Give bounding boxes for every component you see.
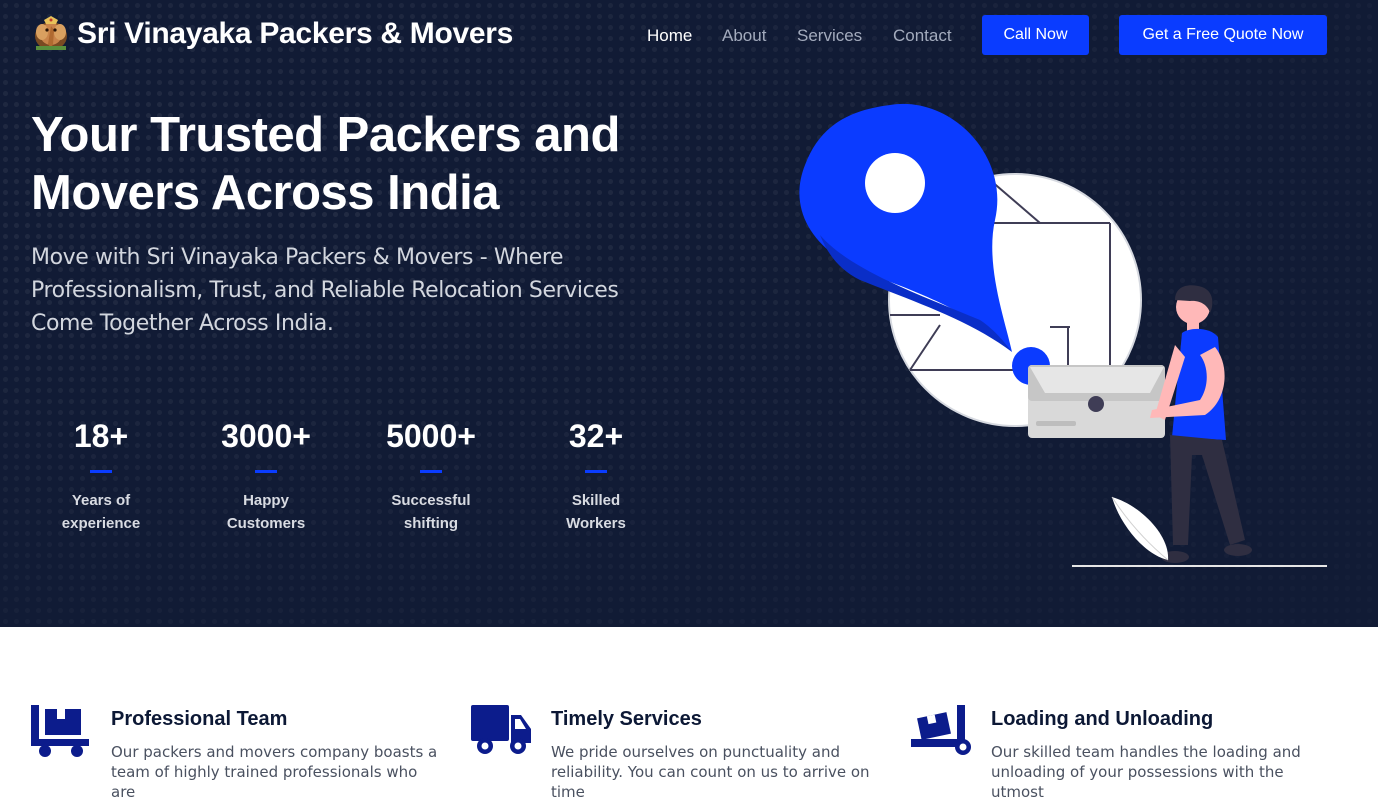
nav-contact-link[interactable]: Contact xyxy=(893,26,952,46)
get-quote-button[interactable]: Get a Free Quote Now xyxy=(1119,15,1327,55)
nav-about-link[interactable]: About xyxy=(722,26,766,46)
stat-value: 18+ xyxy=(73,418,129,454)
feature-title: Professional Team xyxy=(111,708,288,730)
stat-value: 32+ xyxy=(568,418,624,454)
feature-title: Loading and Unloading xyxy=(991,708,1214,730)
ganesha-logo-icon[interactable] xyxy=(32,16,70,52)
feature-description: Our packers and movers company boasts a … xyxy=(111,743,438,801)
cart-with-boxes-icon xyxy=(31,705,89,757)
brand-name[interactable]: Sri Vinayaka Packers & Movers xyxy=(77,17,513,51)
stat-label: Skilled Workers xyxy=(566,492,626,532)
stat-value: 3000+ xyxy=(221,418,311,454)
hand-truck-icon xyxy=(911,705,971,755)
stat-label: Successful shifting xyxy=(391,492,471,532)
stat-skilled-workers: 32+ Skilled Workers xyxy=(526,416,666,535)
hero-headline-line-1: Your Trusted Packers and xyxy=(31,108,620,162)
call-now-button[interactable]: Call Now xyxy=(982,15,1089,55)
nav-home-link[interactable]: Home xyxy=(647,26,692,46)
location-pin-person-with-box-illustration xyxy=(799,103,1327,567)
hero-headline: Your Trusted Packers and Movers Across I… xyxy=(31,106,731,222)
feature-description: We pride ourselves on punctuality and re… xyxy=(551,743,870,801)
stat-underline xyxy=(255,470,277,473)
feature-description: Our skilled team handles the loading and… xyxy=(991,743,1301,801)
hero-headline-line-2: Movers Across India xyxy=(31,166,499,220)
nav-services-link[interactable]: Services xyxy=(797,26,862,46)
stat-years-experience: 18+ Years of experience xyxy=(31,416,171,535)
hero-subtext: Move with Sri Vinayaka Packers & Movers … xyxy=(31,245,619,336)
stat-underline xyxy=(585,470,607,473)
stat-happy-customers: 3000+ Happy Customers xyxy=(196,416,336,535)
stat-underline xyxy=(90,470,112,473)
truck-icon xyxy=(471,705,531,754)
stat-successful-shifting: 5000+ Successful shifting xyxy=(361,416,501,535)
hero-section: Sri Vinayaka Packers & Movers Home About… xyxy=(0,0,1378,627)
stat-label: Happy Customers xyxy=(226,492,306,532)
stat-label: Years of experience xyxy=(61,492,141,532)
stat-value: 5000+ xyxy=(386,418,476,454)
stat-underline xyxy=(420,470,442,473)
feature-title: Timely Services xyxy=(551,708,702,730)
